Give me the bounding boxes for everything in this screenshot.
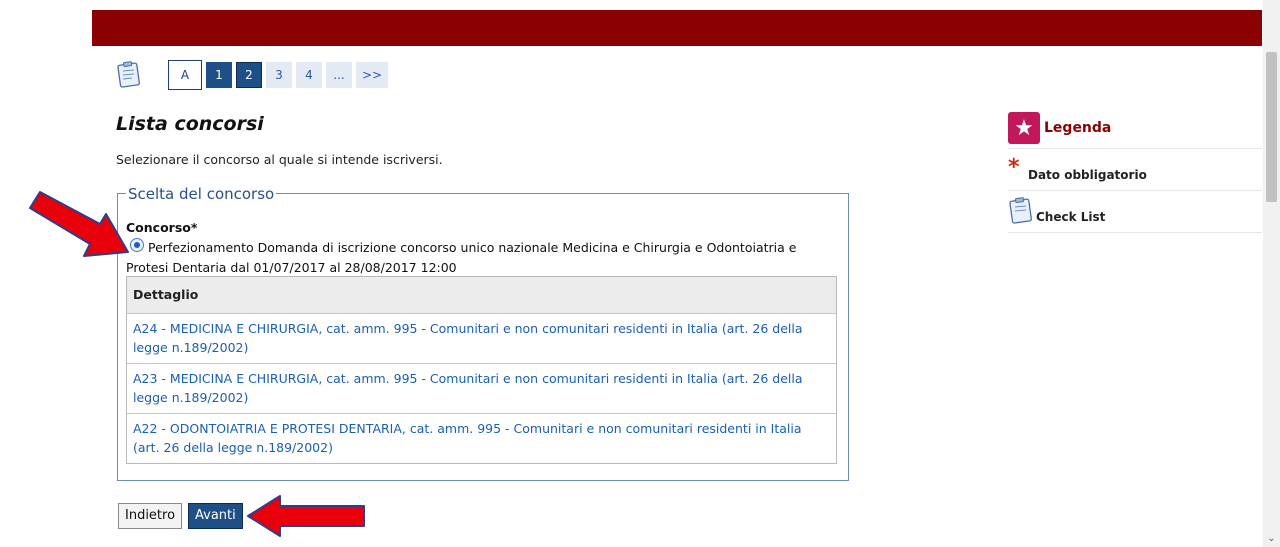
annotation-arrow-icon: [29, 191, 129, 257]
legend-item-label: Check List: [1036, 210, 1106, 224]
page-title: Lista concorsi: [116, 113, 264, 135]
checklist-clipboard-icon[interactable]: [117, 60, 141, 88]
star-icon: ★: [1008, 112, 1040, 144]
detail-row: A22 - ODONTOIATRIA E PROTESI DENTARIA, c…: [133, 421, 802, 455]
step-next-group: >>: [356, 62, 389, 88]
concorso-option-label[interactable]: Perfezionamento Domanda di iscrizione co…: [126, 238, 838, 278]
legend-item-label: Dato obbligatorio: [1028, 168, 1147, 182]
step-1[interactable]: 1: [206, 62, 232, 88]
step-navigation: A 1 2 3 4 ... >>: [168, 60, 389, 90]
legend-item-required: * Dato obbligatorio: [1008, 149, 1262, 191]
step-4: 4: [296, 62, 322, 88]
legend-item-checklist: Check List: [1008, 191, 1262, 233]
legend-title: Legenda: [1044, 120, 1112, 136]
legend-sidebar: ★ Legenda * Dato obbligatorio Check List: [1008, 108, 1262, 233]
annotation-arrow-icon: [247, 495, 365, 537]
header-bar: [92, 10, 1262, 46]
legend-header: ★ Legenda: [1008, 108, 1262, 149]
fieldset-legend: Scelta del concorso: [126, 185, 277, 203]
clipboard-icon: [1009, 197, 1032, 224]
step-ellipsis: ...: [326, 62, 352, 88]
detail-row: A24 - MEDICINA E CHIRURGIA, cat. amm. 99…: [127, 314, 836, 364]
page-intro: Selezionare il concorso al quale si inte…: [116, 152, 443, 167]
detail-row: A23 - MEDICINA E CHIRURGIA, cat. amm. 99…: [127, 364, 836, 414]
vertical-scrollbar[interactable]: ⌄: [1263, 0, 1280, 547]
step-a[interactable]: A: [168, 60, 202, 90]
step-2[interactable]: 2: [236, 62, 262, 88]
next-button[interactable]: Avanti: [188, 503, 243, 529]
concorso-label: Concorso*: [126, 220, 198, 235]
step-3: 3: [266, 62, 292, 88]
scroll-down-icon[interactable]: ⌄: [1265, 532, 1278, 545]
detail-table: Dettaglio A24 - MEDICINA E CHIRURGIA, ca…: [126, 276, 837, 464]
asterisk-icon: *: [1008, 155, 1020, 180]
scrollbar-thumb[interactable]: [1266, 52, 1277, 202]
concorso-fieldset: Scelta del concorso Concorso* Perfeziona…: [117, 185, 849, 481]
detail-header: Dettaglio: [127, 277, 836, 314]
concorso-radio[interactable]: [130, 238, 144, 252]
back-button[interactable]: Indietro: [118, 503, 183, 529]
